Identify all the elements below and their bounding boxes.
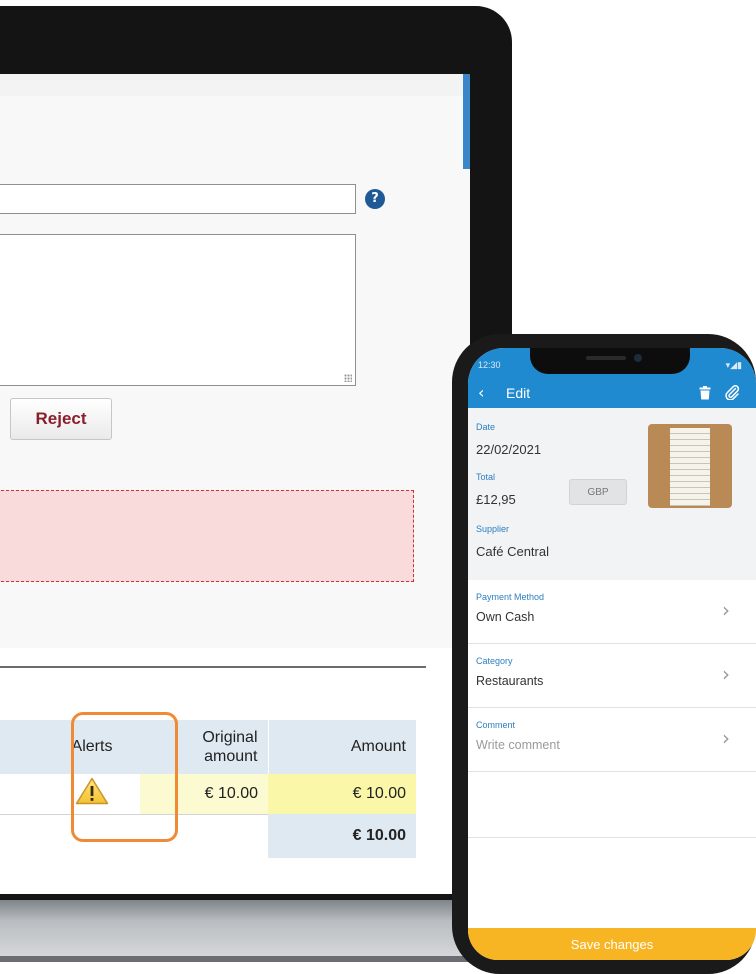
scrollbar[interactable] bbox=[463, 74, 470, 169]
laptop-screen: ? Reject Alerts Original amount Amount €… bbox=[0, 74, 470, 894]
table-header-blank bbox=[0, 720, 44, 774]
comment-placeholder: Write comment bbox=[476, 738, 560, 752]
date-label: Date bbox=[476, 422, 496, 432]
comment-textarea[interactable] bbox=[0, 234, 356, 386]
laptop-base-edge bbox=[0, 956, 470, 962]
table-cell-blank bbox=[0, 774, 44, 814]
phone-notch bbox=[530, 348, 690, 374]
comment-row[interactable]: Comment Write comment › bbox=[468, 708, 756, 772]
chevron-right-icon: › bbox=[722, 726, 730, 750]
receipt-paper-image bbox=[670, 428, 710, 506]
text-input[interactable] bbox=[0, 184, 356, 214]
table-row: € 10.00 € 10.00 bbox=[0, 774, 416, 814]
original-amount-line1: Original bbox=[202, 729, 258, 746]
help-icon[interactable]: ? bbox=[365, 189, 385, 209]
table-cell-amount: € 10.00 bbox=[268, 774, 416, 814]
empty-list-row bbox=[468, 772, 756, 838]
chevron-right-icon: › bbox=[722, 662, 730, 686]
comment-label: Comment bbox=[476, 720, 516, 730]
category-value: Restaurants bbox=[476, 674, 544, 688]
supplier-field[interactable]: Café Central bbox=[476, 544, 549, 559]
payment-method-row[interactable]: Payment Method Own Cash › bbox=[468, 580, 756, 644]
reject-button[interactable]: Reject bbox=[10, 398, 112, 440]
category-label: Category bbox=[476, 656, 513, 666]
table-total-row: € 10.00 bbox=[0, 813, 416, 858]
table-cell-blank bbox=[0, 813, 44, 858]
phone-screen: 12:30 ▾◢▮ ‹ Edit Date 22/02/2021 Total £… bbox=[468, 348, 756, 960]
trash-icon[interactable] bbox=[699, 386, 711, 405]
laptop-base bbox=[0, 900, 470, 960]
attachment-icon[interactable] bbox=[724, 384, 740, 405]
speaker-icon bbox=[586, 356, 626, 360]
section-divider bbox=[0, 666, 426, 668]
category-row[interactable]: Category Restaurants › bbox=[468, 644, 756, 708]
back-icon[interactable]: ‹ bbox=[478, 383, 484, 402]
camera-icon bbox=[634, 354, 642, 362]
error-message-box bbox=[0, 490, 414, 582]
status-time: 12:30 bbox=[478, 360, 501, 370]
total-field[interactable]: £12,95 bbox=[476, 492, 516, 507]
date-field[interactable]: 22/02/2021 bbox=[476, 442, 541, 457]
table-total-amount: € 10.00 bbox=[268, 814, 416, 858]
payment-method-value: Own Cash bbox=[476, 610, 535, 624]
supplier-label: Supplier bbox=[476, 524, 510, 534]
original-amount-line2: amount bbox=[204, 748, 258, 765]
page-title: Edit bbox=[506, 385, 531, 401]
receipt-photo[interactable] bbox=[648, 424, 732, 508]
phone-header: 12:30 ▾◢▮ ‹ Edit bbox=[468, 348, 756, 408]
total-label: Total bbox=[476, 472, 496, 482]
screen-top-strip bbox=[0, 74, 470, 96]
chevron-right-icon: › bbox=[722, 598, 730, 622]
expense-table: Alerts Original amount Amount € 10.00 € … bbox=[0, 720, 416, 858]
resize-grip-icon[interactable] bbox=[344, 374, 352, 382]
save-changes-button[interactable]: Save changes bbox=[468, 928, 756, 960]
alerts-highlight-box bbox=[71, 712, 178, 842]
table-header-amount: Amount bbox=[267, 720, 416, 774]
table-header-row: Alerts Original amount Amount bbox=[0, 720, 416, 774]
currency-selector[interactable]: GBP bbox=[569, 479, 627, 505]
payment-method-label: Payment Method bbox=[476, 592, 545, 602]
laptop-frame: ? Reject Alerts Original amount Amount €… bbox=[0, 6, 512, 906]
signal-battery-icon: ▾◢▮ bbox=[725, 360, 742, 370]
